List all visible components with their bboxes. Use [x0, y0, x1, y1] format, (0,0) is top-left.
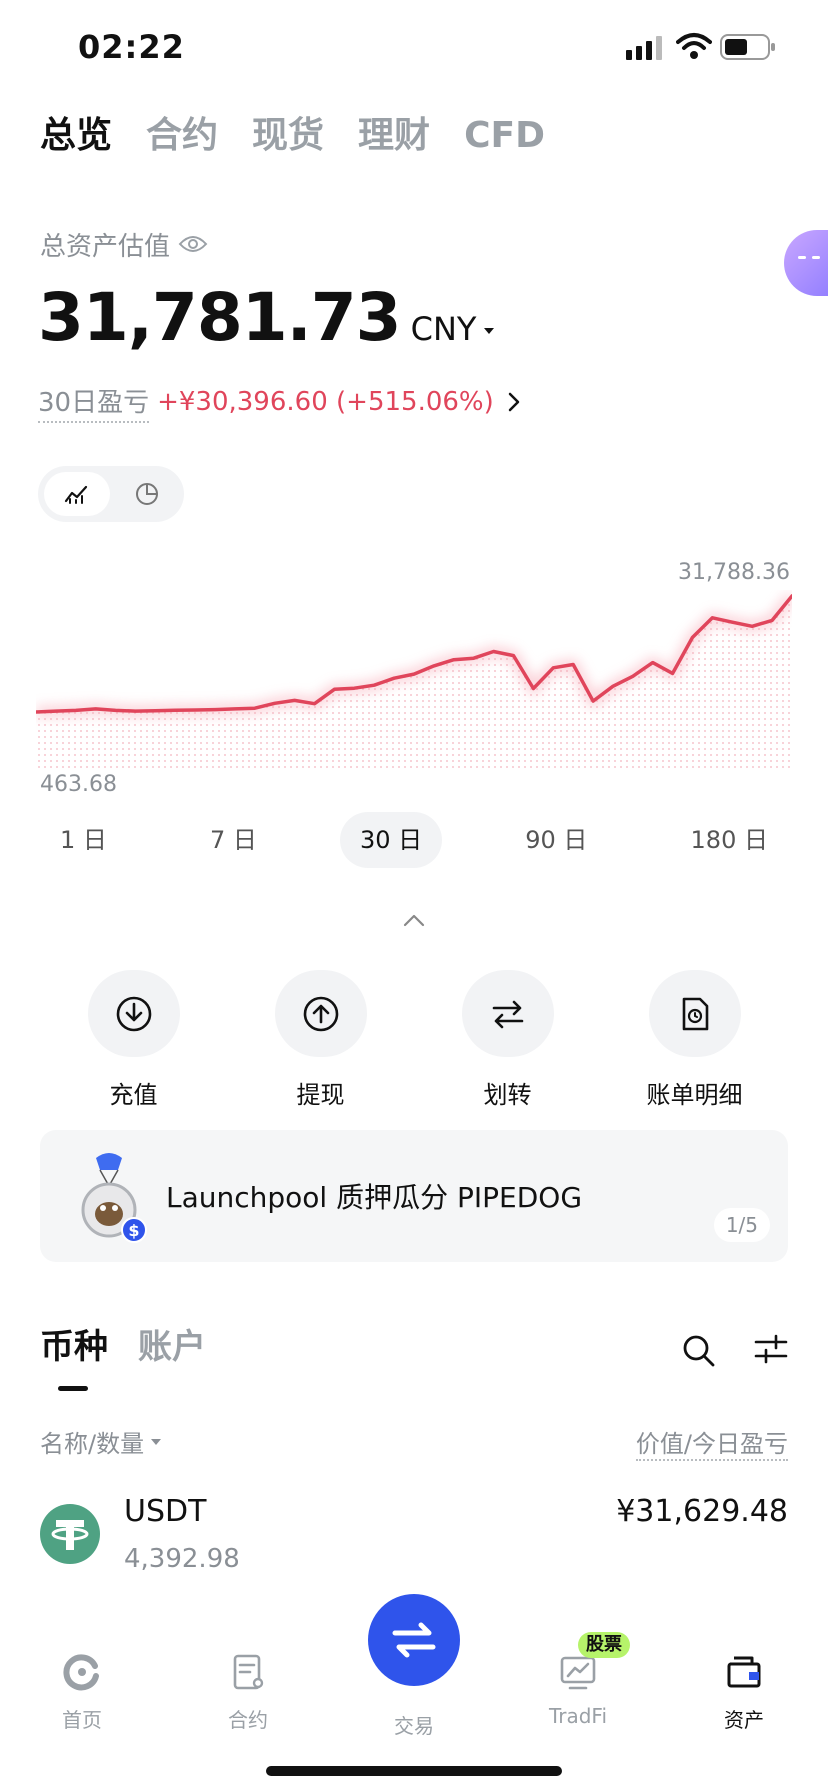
launchpool-coin-icon: $ [81, 1153, 147, 1243]
line-chart-toggle[interactable] [44, 472, 110, 516]
svg-text:$: $ [128, 1221, 139, 1240]
chart-max-label: 31,788.36 [678, 560, 790, 585]
wifi-icon [676, 33, 712, 59]
transfer-button[interactable]: 划转 [433, 970, 583, 1110]
deposit-circle[interactable] [87, 970, 180, 1057]
usdt-logo-icon [40, 1504, 100, 1564]
caret-down-icon[interactable] [482, 326, 496, 336]
pie-chart-toggle[interactable] [116, 472, 178, 516]
range-tab-180d[interactable]: 180 日 [671, 812, 788, 868]
bill-circle[interactable] [648, 970, 741, 1057]
top-tabs: 总览 合约 现货 理财 CFD [40, 108, 545, 164]
contract-icon [233, 1654, 264, 1690]
eye-icon[interactable] [178, 233, 208, 255]
coin-value: ¥31,629.48 [616, 1494, 788, 1529]
range-tab-30d[interactable]: 30 日 [340, 812, 443, 868]
bill-label: 账单明细 [646, 1081, 743, 1109]
bubble-face-icon [798, 256, 820, 259]
range-tab-7d[interactable]: 7 日 [190, 812, 277, 868]
nav-contract[interactable]: 合约 [188, 1652, 308, 1742]
tab-cfd[interactable]: CFD [464, 108, 545, 164]
trade-button[interactable] [368, 1594, 460, 1686]
active-tab-indicator [58, 1386, 88, 1391]
pnl-value: +¥30,396.60 (+515.06%) [157, 387, 494, 417]
quick-actions: 充值 提现 划转 账单明细 [40, 970, 788, 1110]
caret-down-icon [151, 1438, 162, 1445]
chart-area-fill [36, 596, 792, 770]
stocks-badge: 股票 [578, 1632, 630, 1658]
range-tab-1d[interactable]: 1 日 [40, 812, 127, 868]
chevron-up-icon[interactable] [402, 912, 426, 928]
deposit-icon [116, 996, 151, 1031]
home-indicator [266, 1766, 562, 1776]
chart-min-label: 463.68 [40, 772, 117, 797]
tradfi-icon [560, 1656, 596, 1690]
trade-icon [392, 1622, 436, 1658]
tab-contract[interactable]: 合约 [146, 108, 218, 164]
tab-accounts[interactable]: 账户 [138, 1322, 206, 1372]
banner-text: Launchpool 质押瓜分 PIPEDOG [166, 1181, 583, 1214]
home-icon [63, 1654, 99, 1691]
coin-name: USDT [124, 1494, 207, 1529]
assistant-bubble[interactable] [784, 230, 828, 296]
tab-finance[interactable]: 理财 [358, 108, 430, 164]
bill-button[interactable]: 账单明细 [620, 970, 770, 1110]
pnl-label: 30日盈亏 [38, 382, 150, 423]
chevron-right-icon[interactable] [506, 391, 522, 413]
signal-icon [626, 36, 662, 60]
pnl-row[interactable]: 30日盈亏 +¥30,396.60 (+515.06%) [38, 382, 522, 423]
sort-by-name[interactable]: 名称/数量 [40, 1424, 162, 1459]
transfer-label: 划转 [483, 1081, 532, 1109]
withdraw-circle[interactable] [274, 970, 367, 1057]
nav-assets-label: 资产 [724, 1708, 764, 1732]
launchpool-banner[interactable]: $ Launchpool 质押瓜分 PIPEDOG 1/5 [40, 1130, 788, 1262]
tab-coins[interactable]: 币种 [40, 1322, 108, 1372]
range-tabs: 1 日 7 日 30 日 90 日 180 日 [40, 812, 788, 868]
nav-home[interactable]: 首页 [22, 1652, 142, 1742]
value-pnl-header[interactable]: 价值/今日盈亏 [635, 1424, 788, 1461]
transfer-icon [492, 1000, 523, 1028]
search-icon[interactable] [682, 1334, 716, 1368]
withdraw-label: 提现 [296, 1081, 345, 1109]
total-asset-value: 31,781.73 [38, 279, 402, 356]
bill-icon [682, 997, 708, 1030]
name-qty-header: 名称/数量 [40, 1430, 145, 1458]
currency-selector[interactable]: CNY [411, 310, 477, 348]
holdings-header: 名称/数量 价值/今日盈亏 [40, 1424, 788, 1461]
asset-value-row: 31,781.73 CNY [38, 278, 496, 358]
status-time: 02:22 [78, 28, 185, 66]
nav-tradfi-label: TradFi [548, 1704, 608, 1728]
filter-icon[interactable] [754, 1334, 788, 1364]
withdraw-icon [303, 996, 338, 1031]
status-bar: 02:22 [0, 0, 828, 92]
nav-home-label: 首页 [62, 1708, 102, 1732]
coin-quantity: 4,392.98 [124, 1544, 240, 1574]
battery-icon [720, 34, 775, 60]
nav-tradfi[interactable]: TradFi [518, 1652, 638, 1742]
transfer-circle[interactable] [461, 970, 554, 1057]
asset-label-row: 总资产估值 [40, 224, 208, 264]
chart-type-toggle [38, 466, 184, 522]
range-tab-90d[interactable]: 90 日 [505, 812, 607, 868]
nav-contract-label: 合约 [228, 1708, 268, 1732]
banner-pager: 1/5 [713, 1208, 770, 1242]
wallet-icon [727, 1656, 761, 1688]
pie-chart-icon [136, 483, 158, 505]
table-row[interactable]: USDT 4,392.98 ¥31,629.48 [40, 1490, 788, 1590]
deposit-label: 充值 [109, 1081, 158, 1109]
deposit-button[interactable]: 充值 [59, 970, 209, 1110]
tab-spot[interactable]: 现货 [252, 108, 324, 164]
holdings-tabs: 币种 账户 [40, 1322, 206, 1372]
asset-label: 总资产估值 [40, 231, 171, 262]
asset-line-chart[interactable] [36, 590, 792, 780]
tab-overview[interactable]: 总览 [40, 108, 112, 164]
nav-trade-label: 交易 [394, 1714, 434, 1738]
withdraw-button[interactable]: 提现 [246, 970, 396, 1110]
nav-assets[interactable]: 资产 [684, 1652, 804, 1742]
line-chart-icon [64, 485, 88, 504]
